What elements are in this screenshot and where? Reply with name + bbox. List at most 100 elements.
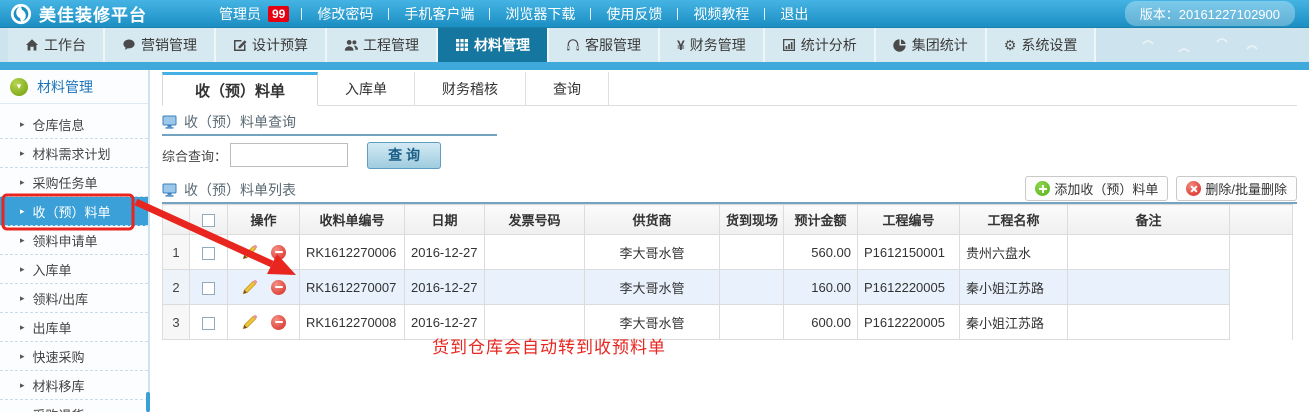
triangle-icon: ▸ — [20, 177, 25, 188]
project-no-cell: P1612150001 — [858, 235, 960, 270]
headset-icon — [566, 38, 580, 52]
nav-item-workbench[interactable]: 工作台 — [8, 28, 105, 62]
main-nav: 工作台 营销管理 设计预算 工程管理 材料管理 客服管理 ¥ 财务管理 统计分析 — [0, 28, 1309, 62]
column-header-project-name: 工程名称 — [960, 205, 1068, 235]
row-checkbox[interactable] — [202, 282, 215, 295]
sidebar-item-warehouse-info[interactable]: ▸仓库信息 — [0, 110, 148, 139]
sidebar-item-label: 采购退货 — [33, 405, 85, 412]
tab-inbound[interactable]: 入库单 — [318, 72, 415, 105]
row-checkbox[interactable] — [202, 317, 215, 330]
nav-item-statistics[interactable]: 统计分析 — [765, 28, 876, 62]
nav-label: 集团统计 — [912, 35, 968, 55]
tail-cell — [1230, 305, 1293, 340]
feedback-link[interactable]: 使用反馈 — [591, 4, 677, 24]
nav-item-materials[interactable]: 材料管理 — [438, 28, 549, 62]
triangle-icon: ▸ — [20, 351, 25, 362]
date-cell: 2016-12-27 — [405, 235, 485, 270]
sidebar-item-label: 入库单 — [33, 260, 72, 279]
nav-item-finance[interactable]: ¥ 财务管理 — [660, 28, 765, 62]
select-all-checkbox[interactable] — [202, 214, 215, 227]
tab-receive-pre-material[interactable]: 收（预）料单 — [162, 72, 318, 106]
receipt-no-cell: RK1612270008 — [300, 305, 405, 340]
delete-icon[interactable] — [271, 245, 286, 260]
sidebar-header[interactable]: ▾ 材料管理 — [0, 70, 148, 104]
amount-cell: 160.00 — [784, 270, 858, 305]
triangle-icon: ▸ — [20, 409, 25, 412]
receipt-table: 操作 收料单编号 日期 发票号码 供货商 货到现场 预计金额 工程编号 工程名称… — [162, 204, 1293, 340]
row-number: 1 — [163, 235, 190, 270]
delete-batch-button[interactable]: 删除/批量删除 — [1176, 176, 1297, 201]
sidebar-item-pick-outbound[interactable]: ▸领料/出库 — [0, 284, 148, 313]
receipt-no-cell: RK1612270007 — [300, 270, 405, 305]
tab-finance-audit[interactable]: 财务稽核 — [415, 72, 526, 105]
annotation-text: 货到仓库会自动转到收预料单 — [432, 333, 666, 358]
triangle-icon: ▸ — [20, 119, 25, 130]
column-header-on-site: 货到现场 — [720, 205, 784, 235]
birds-decoration — [1139, 34, 1269, 58]
search-input[interactable] — [230, 143, 348, 167]
row-number: 2 — [163, 270, 190, 305]
logo-icon — [10, 3, 32, 25]
triangle-icon: ▸ — [20, 235, 25, 246]
nav-label: 系统设置 — [1021, 35, 1077, 55]
sidebar-item-inbound[interactable]: ▸入库单 — [0, 255, 148, 284]
select-all-header — [190, 205, 228, 235]
nav-item-system-settings[interactable]: ⚙ 系统设置 — [987, 28, 1097, 62]
video-tutorial-link[interactable]: 视频教程 — [678, 4, 764, 24]
list-section-title: 收（预）料单列表 — [184, 180, 296, 200]
change-password-link[interactable]: 修改密码 — [302, 4, 388, 24]
tab-label: 查询 — [553, 79, 581, 99]
sidebar-item-label: 材料移库 — [33, 376, 85, 395]
gear-icon: ⚙ — [1004, 37, 1017, 54]
nav-item-customer-service[interactable]: 客服管理 — [549, 28, 660, 62]
sidebar-item-label: 领料/出库 — [33, 289, 89, 308]
tab-label: 财务稽核 — [442, 79, 498, 99]
nav-item-design-budget[interactable]: 设计预算 — [216, 28, 327, 62]
sidebar-item-label: 采购任务单 — [33, 173, 98, 192]
sidebar-item-quick-purchase[interactable]: ▸快速采购 — [0, 342, 148, 371]
edit-icon[interactable] — [241, 314, 258, 331]
add-receipt-button[interactable]: 添加收（预）料单 — [1025, 176, 1168, 201]
query-row: 综合查询： 查 询 — [162, 136, 1297, 174]
admin-link[interactable]: 管理员 99 — [207, 4, 301, 24]
edit-icon[interactable] — [241, 244, 258, 261]
main-panel: 收（预）料单 入库单 财务稽核 查询 收（预）料单查询 综合查询： 查 询 — [150, 70, 1309, 412]
row-checkbox[interactable] — [202, 247, 215, 260]
notification-badge[interactable]: 99 — [268, 6, 289, 22]
delete-icon[interactable] — [271, 280, 286, 295]
sidebar-item-material-demand-plan[interactable]: ▸材料需求计划 — [0, 139, 148, 168]
delete-icon[interactable] — [271, 315, 286, 330]
sidebar-item-label: 收（预）料单 — [33, 202, 111, 221]
nav-item-engineering[interactable]: 工程管理 — [327, 28, 438, 62]
sidebar-item-purchase-return[interactable]: ▸ 采购退货 — [0, 400, 148, 412]
triangle-icon: ▸ — [20, 206, 25, 217]
nav-label: 工作台 — [44, 35, 86, 55]
accent-strip — [0, 62, 1309, 70]
nav-item-marketing[interactable]: 营销管理 — [105, 28, 216, 62]
delete-button-label: 删除/批量删除 — [1205, 179, 1287, 198]
mobile-client-link[interactable]: 手机客户端 — [389, 4, 489, 24]
browser-download-link[interactable]: 浏览器下载 — [490, 4, 590, 24]
sidebar-item-material-transfer[interactable]: ▸材料移库 — [0, 371, 148, 400]
users-icon — [344, 38, 358, 52]
logout-link[interactable]: 退出 — [765, 4, 823, 24]
on-site-cell — [720, 305, 784, 340]
tab-query[interactable]: 查询 — [526, 72, 609, 105]
nav-label: 工程管理 — [363, 35, 419, 55]
sidebar-item-material-request[interactable]: ▸领料申请单 — [0, 226, 148, 255]
sidebar-item-purchase-task[interactable]: ▸ 采购任务单 — [0, 168, 148, 197]
nav-label: 营销管理 — [141, 35, 197, 55]
sidebar-item-receive-pre-material[interactable]: ▸ 收（预）料单 — [0, 197, 148, 226]
nav-label: 客服管理 — [585, 35, 641, 55]
nav-item-group-stats[interactable]: 集团统计 — [876, 28, 987, 62]
edit-icon[interactable] — [241, 279, 258, 296]
sidebar-item-outbound[interactable]: ▸出库单 — [0, 313, 148, 342]
supplier-cell: 李大哥水管 — [585, 235, 720, 270]
chat-icon — [122, 38, 136, 52]
query-section-title: 收（预）料单查询 — [184, 112, 296, 132]
sidebar: ▾ 材料管理 ▸仓库信息 ▸材料需求计划 ▸ 采购任务单 ▸ 收（预）料单 ▸领料申… — [0, 70, 150, 412]
tail-cell — [1230, 235, 1293, 270]
query-button[interactable]: 查 询 — [367, 142, 441, 169]
remark-cell — [1068, 305, 1230, 340]
tab-label: 入库单 — [345, 79, 387, 99]
